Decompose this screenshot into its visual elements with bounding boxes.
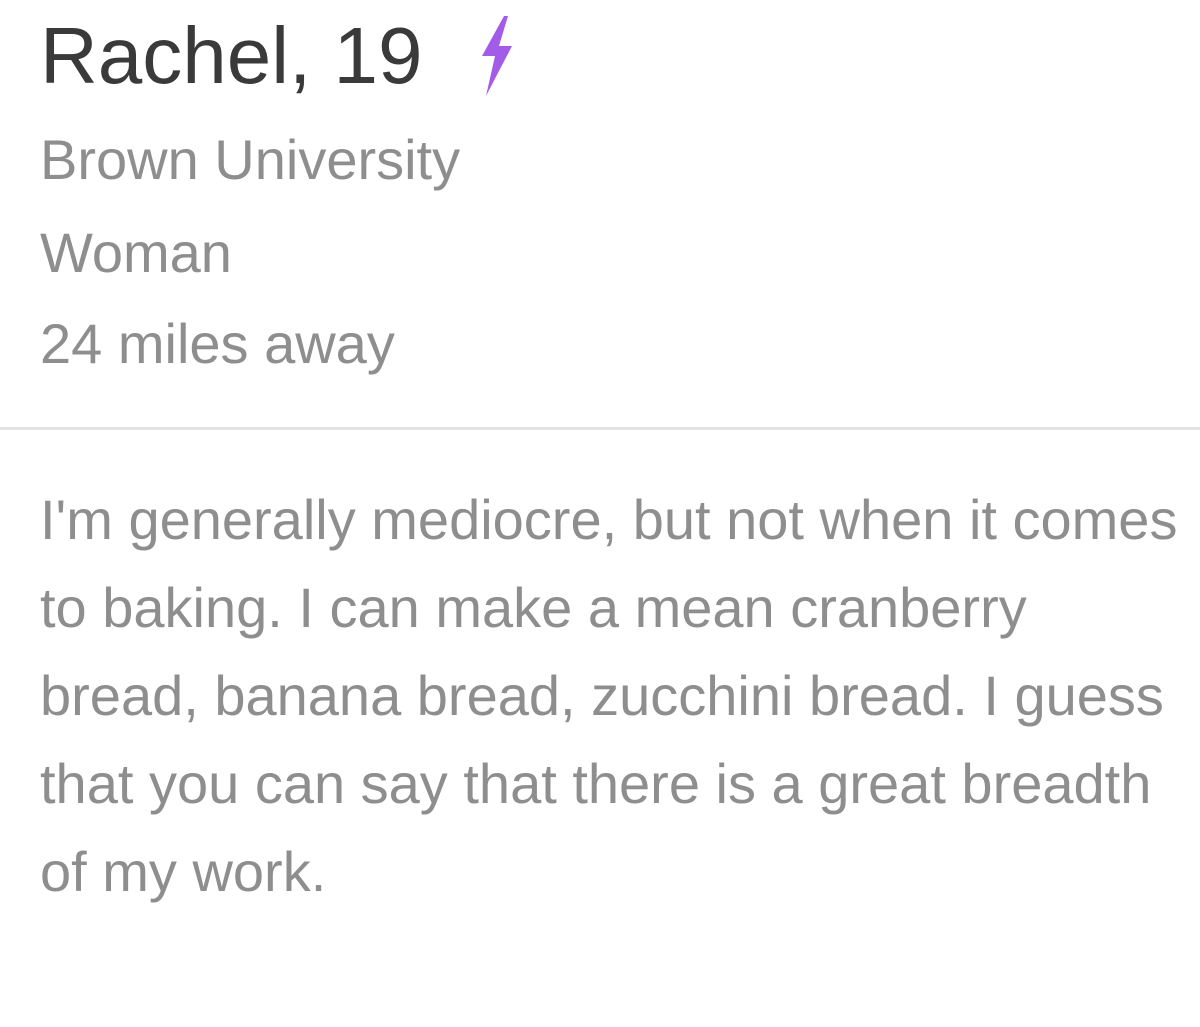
- profile-gender: Woman: [40, 221, 232, 284]
- profile-bio: I'm generally mediocre, but not when it …: [40, 488, 1178, 903]
- section-divider: [0, 427, 1200, 430]
- lightning-bolt-icon: [478, 16, 514, 96]
- name-row: Rachel, 19: [40, 6, 514, 106]
- profile-distance: 24 miles away: [40, 312, 395, 375]
- profile-header: Rachel, 19 Brown University Woman 24 mil…: [0, 0, 1200, 428]
- profile-name-age: Rachel, 19: [40, 11, 423, 100]
- profile-school: Brown University: [40, 128, 461, 191]
